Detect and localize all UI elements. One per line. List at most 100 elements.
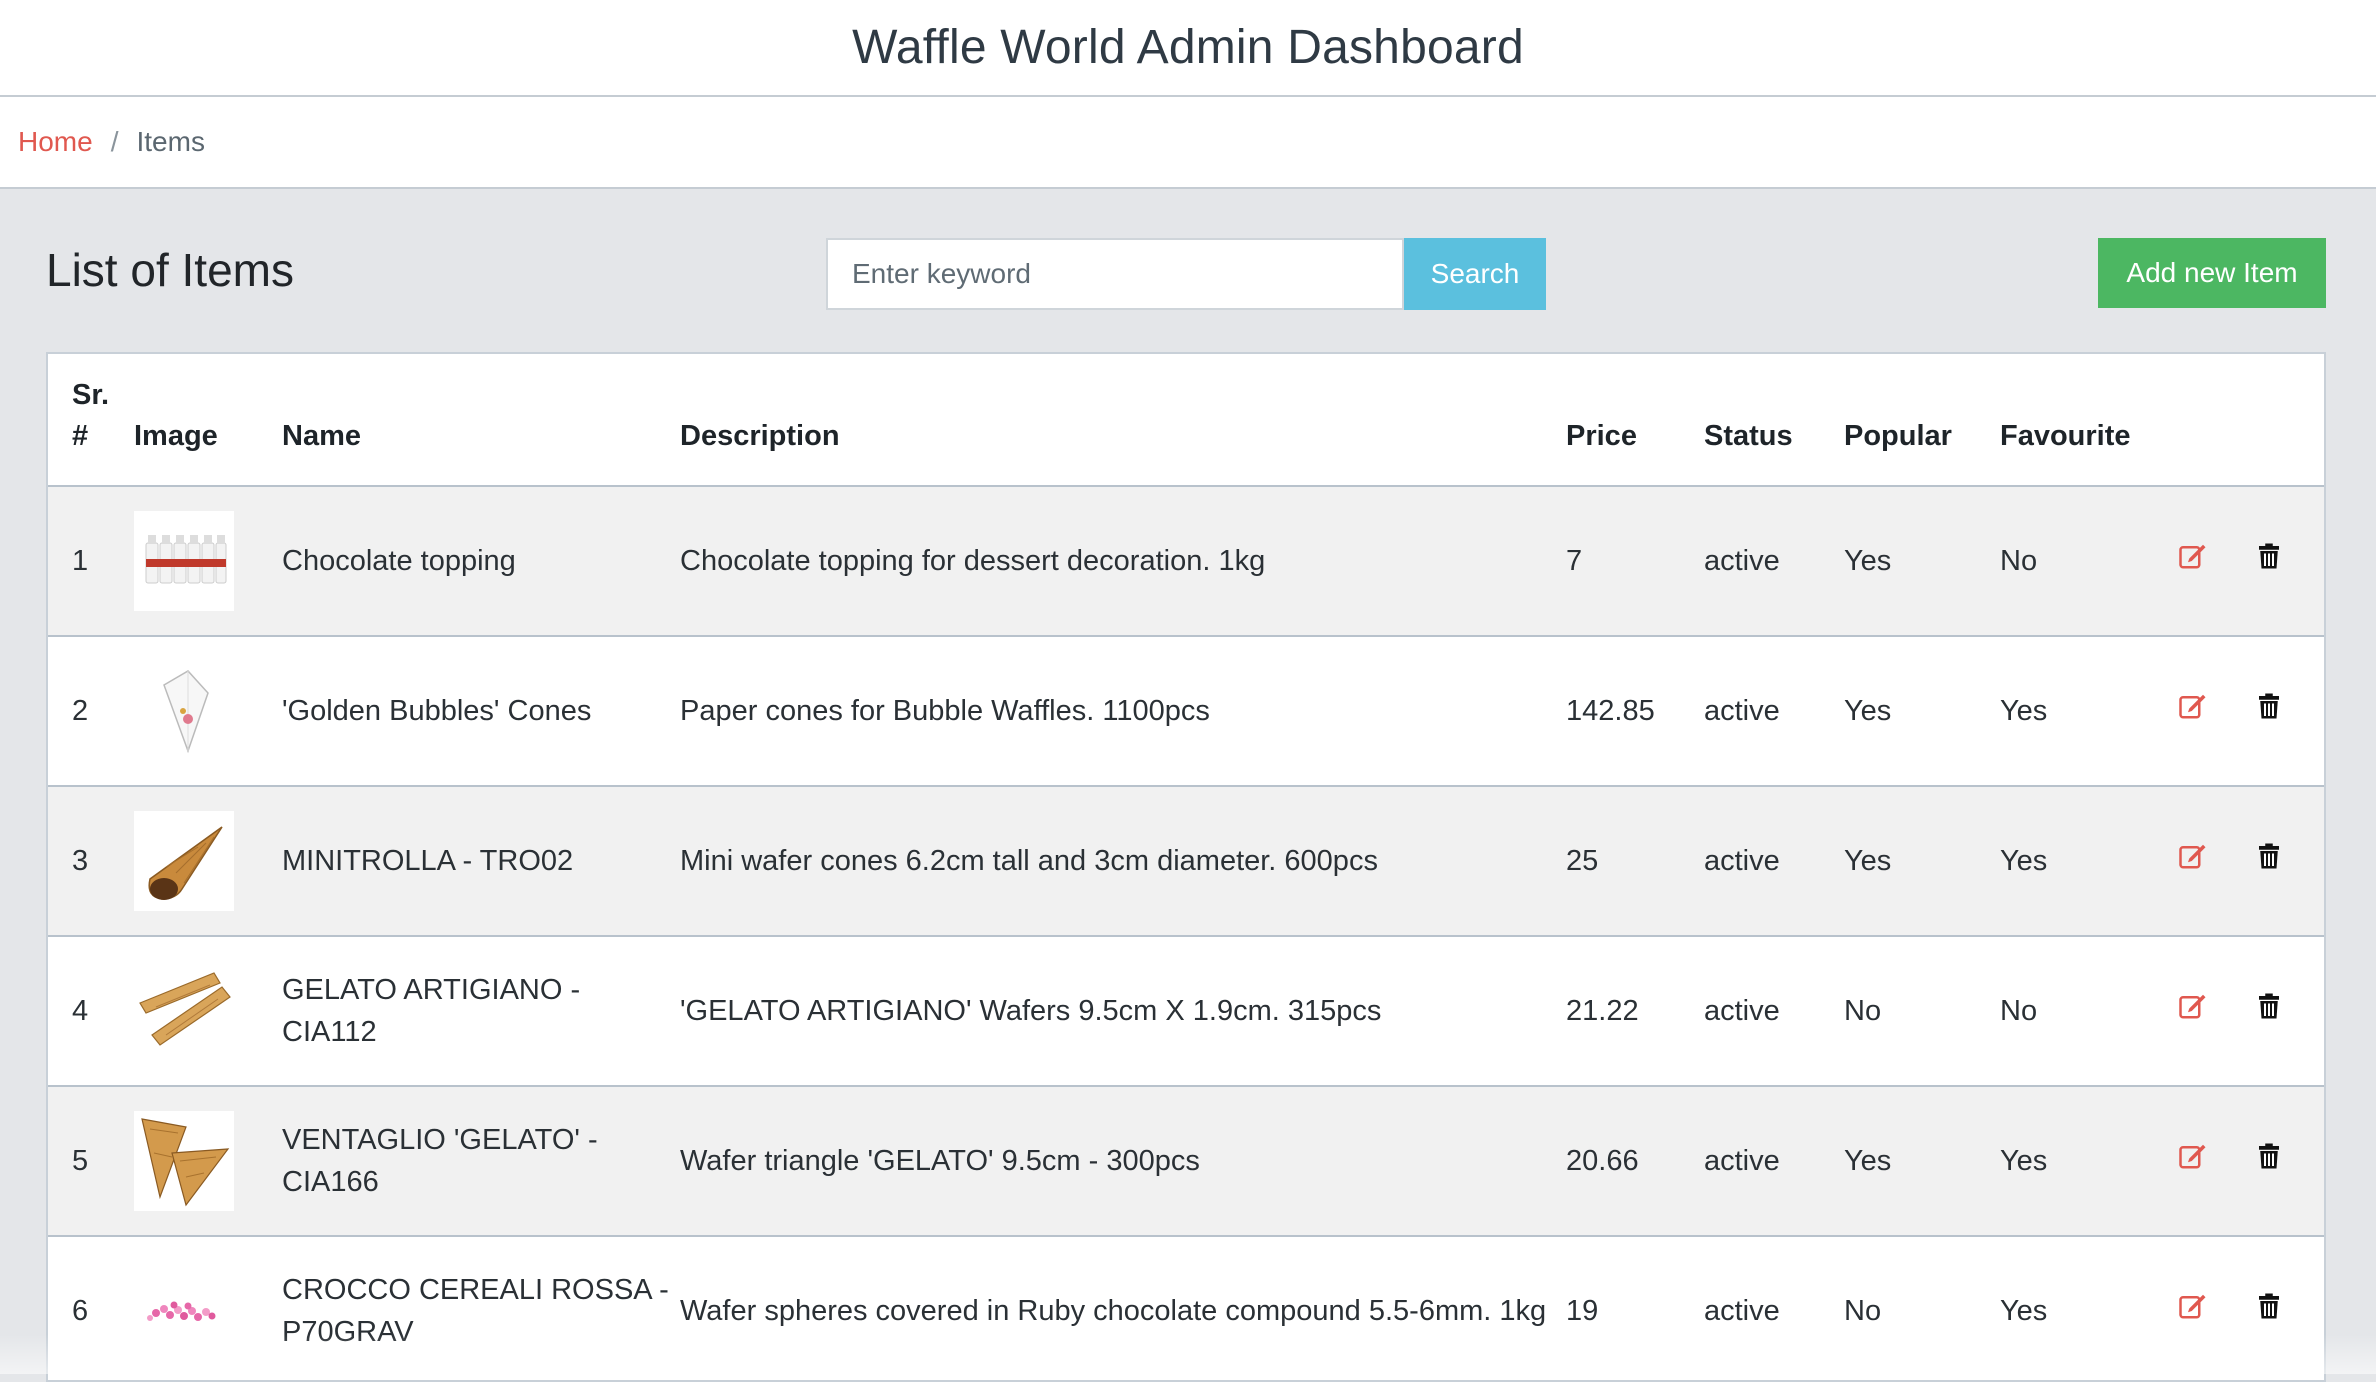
- cell-popular: Yes: [1844, 1086, 2000, 1237]
- edit-icon[interactable]: [2176, 839, 2210, 873]
- items-table-container: Sr. # Image Name Description Price Status…: [46, 352, 2326, 1382]
- column-header-sr-line2: #: [72, 420, 89, 452]
- cell-name: Chocolate topping: [282, 486, 680, 637]
- cell-description: Wafer spheres covered in Ruby chocolate …: [680, 1236, 1566, 1380]
- column-header-favourite: Favourite: [2000, 354, 2176, 487]
- cell-status: active: [1704, 1236, 1844, 1380]
- cell-favourite: No: [2000, 486, 2176, 637]
- pink-spheres-image: [134, 1261, 234, 1361]
- cell-favourite: No: [2000, 936, 2176, 1087]
- trash-icon[interactable]: [2252, 689, 2286, 723]
- table-row: 3 MINITROLLA - TRO02 Mini wafer cones 6.…: [48, 786, 2324, 937]
- cell-name: MINITROLLA - TRO02: [282, 786, 680, 937]
- cell-image: [134, 486, 282, 637]
- cell-image: [134, 786, 282, 937]
- breadcrumb: Home / Items: [0, 97, 2376, 189]
- cell-delete: [2252, 1086, 2324, 1237]
- cell-status: active: [1704, 636, 1844, 787]
- topping-bottles-image: [134, 511, 234, 611]
- page-title: List of Items: [46, 244, 294, 296]
- add-new-item-button[interactable]: Add new Item: [2098, 238, 2326, 308]
- column-header-price: Price: [1566, 354, 1704, 487]
- cell-sr: 5: [48, 1086, 134, 1237]
- cell-edit: [2176, 1236, 2252, 1380]
- trash-icon[interactable]: [2252, 839, 2286, 873]
- cell-description: Paper cones for Bubble Waffles. 1100pcs: [680, 636, 1566, 787]
- trash-icon[interactable]: [2252, 1139, 2286, 1173]
- cell-popular: No: [1844, 936, 2000, 1087]
- column-header-edit: [2176, 354, 2252, 487]
- table-row: 4 GELATO ARTIGIANO - CIA112 'GELATO ARTI…: [48, 936, 2324, 1087]
- breadcrumb-separator: /: [110, 126, 119, 157]
- edit-icon[interactable]: [2176, 689, 2210, 723]
- trash-icon[interactable]: [2252, 989, 2286, 1023]
- cell-delete: [2252, 1236, 2324, 1380]
- cell-price: 20.66: [1566, 1086, 1704, 1237]
- cell-popular: Yes: [1844, 786, 2000, 937]
- table-row: 5 VENTAGLIO 'GELATO' - CIA166 Wafer tria…: [48, 1086, 2324, 1237]
- search-button[interactable]: Search: [1404, 238, 1546, 310]
- column-header-delete: [2252, 354, 2324, 487]
- cell-price: 25: [1566, 786, 1704, 937]
- cell-description: Wafer triangle 'GELATO' 9.5cm - 300pcs: [680, 1086, 1566, 1237]
- cell-name: CROCCO CEREALI ROSSA - P70GRAV: [282, 1236, 680, 1380]
- cell-sr: 2: [48, 636, 134, 787]
- cell-edit: [2176, 486, 2252, 637]
- cell-image: [134, 1236, 282, 1380]
- table-row: 6 CROCCO CEREALI ROSSA - P70GRAV Wafer s…: [48, 1236, 2324, 1380]
- cell-edit: [2176, 936, 2252, 1087]
- cell-price: 19: [1566, 1236, 1704, 1380]
- trash-icon[interactable]: [2252, 539, 2286, 573]
- breadcrumb-home-link[interactable]: Home: [18, 126, 93, 158]
- cell-sr: 3: [48, 786, 134, 937]
- cell-edit: [2176, 786, 2252, 937]
- cell-sr: 4: [48, 936, 134, 1087]
- items-table: Sr. # Image Name Description Price Status…: [48, 354, 2324, 1380]
- column-header-sr-line1: Sr.: [72, 379, 110, 411]
- cell-delete: [2252, 636, 2324, 787]
- cell-description: 'GELATO ARTIGIANO' Wafers 9.5cm X 1.9cm.…: [680, 936, 1566, 1087]
- trash-icon[interactable]: [2252, 1289, 2286, 1323]
- cell-description: Mini wafer cones 6.2cm tall and 3cm diam…: [680, 786, 1566, 937]
- main-content: List of Items Search Add new Item Sr. # I…: [0, 189, 2376, 1382]
- wafer-triangles-image: [134, 1111, 234, 1211]
- wafer-sticks-image: [134, 961, 234, 1061]
- cell-popular: No: [1844, 1236, 2000, 1380]
- cell-popular: Yes: [1844, 636, 2000, 787]
- cell-edit: [2176, 636, 2252, 787]
- cell-favourite: Yes: [2000, 636, 2176, 787]
- table-row: 2 'Golden Bubbles' Cones Paper cones for…: [48, 636, 2324, 787]
- cell-favourite: Yes: [2000, 1236, 2176, 1380]
- edit-icon[interactable]: [2176, 539, 2210, 573]
- cell-status: active: [1704, 1086, 1844, 1237]
- column-header-sr: Sr. #: [48, 354, 134, 487]
- cell-image: [134, 1086, 282, 1237]
- column-header-popular: Popular: [1844, 354, 2000, 487]
- cell-favourite: Yes: [2000, 1086, 2176, 1237]
- edit-icon[interactable]: [2176, 1289, 2210, 1323]
- cell-sr: 6: [48, 1236, 134, 1380]
- paper-cone-image: [134, 661, 234, 761]
- cell-name: 'Golden Bubbles' Cones: [282, 636, 680, 787]
- cell-status: active: [1704, 936, 1844, 1087]
- wafer-cone-image: [134, 811, 234, 911]
- edit-icon[interactable]: [2176, 989, 2210, 1023]
- table-row: 1 Chocolate topping Chocolate topping fo…: [48, 486, 2324, 637]
- cell-delete: [2252, 486, 2324, 637]
- cell-status: active: [1704, 786, 1844, 937]
- cell-price: 21.22: [1566, 936, 1704, 1087]
- column-header-description: Description: [680, 354, 1566, 487]
- cell-edit: [2176, 1086, 2252, 1237]
- cell-popular: Yes: [1844, 486, 2000, 637]
- cell-status: active: [1704, 486, 1844, 637]
- cell-image: [134, 636, 282, 787]
- top-header: Waffle World Admin Dashboard: [0, 0, 2376, 97]
- cell-price: 142.85: [1566, 636, 1704, 787]
- cell-description: Chocolate topping for dessert decoration…: [680, 486, 1566, 637]
- column-header-status: Status: [1704, 354, 1844, 487]
- column-header-image: Image: [134, 354, 282, 487]
- edit-icon[interactable]: [2176, 1139, 2210, 1173]
- search-input[interactable]: [826, 238, 1404, 310]
- cell-price: 7: [1566, 486, 1704, 637]
- cell-image: [134, 936, 282, 1087]
